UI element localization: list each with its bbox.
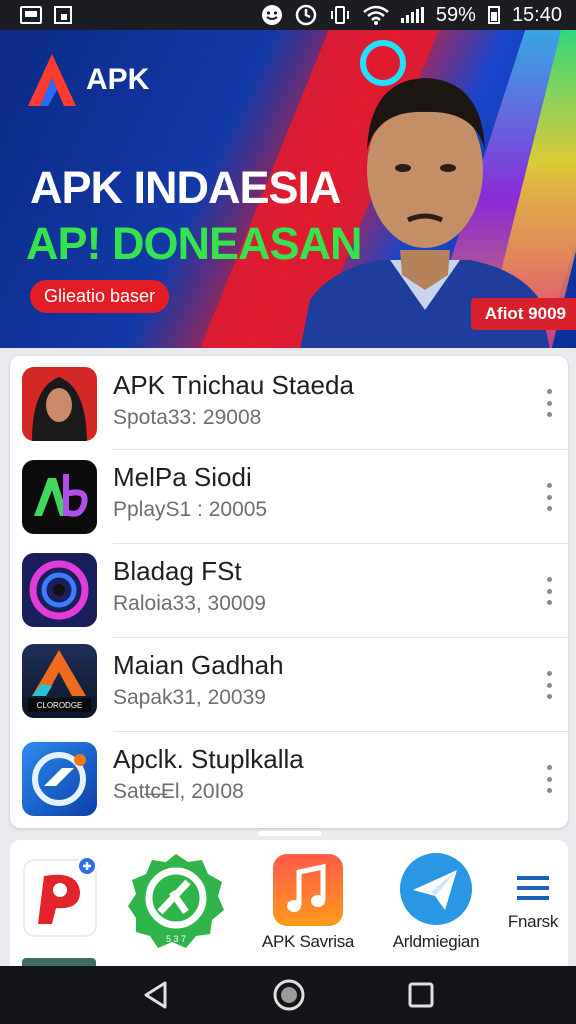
more-options-icon[interactable] [544, 483, 554, 511]
banner-headline: APK INDAESIA [30, 162, 342, 213]
banner-cta-button[interactable]: Glieatio baser [30, 280, 170, 313]
promo-banner[interactable]: APK APK INDAESIA AP! DONEASAN Glieatio b… [0, 30, 576, 348]
list-item[interactable]: CLORODGE Maian Gadhah Sapak31, 20039 [10, 638, 568, 732]
recents-icon[interactable] [407, 981, 435, 1009]
dock-app-apk-savrisa[interactable]: APK Savrisa [258, 854, 358, 952]
signal-icon [400, 7, 424, 23]
alarm-icon [295, 4, 317, 26]
gallery-icon [20, 6, 42, 24]
list-item[interactable]: Bladag FSt Raloia33, 30009 [10, 544, 568, 638]
apk-logo-icon [28, 54, 76, 106]
app-title: MelPa Siodi [113, 462, 252, 492]
battery-percent: 59% [435, 3, 476, 26]
app-title: Maian Gadhah [113, 650, 284, 680]
p-app-icon [23, 856, 97, 937]
svg-text:CLORODGE: CLORODGE [37, 701, 83, 710]
dock-app-p[interactable] [22, 856, 100, 945]
more-options-icon[interactable] [544, 577, 554, 605]
apk-logo: APK [26, 52, 149, 108]
hooded-person-app-icon [22, 367, 97, 441]
more-options-icon[interactable] [544, 671, 554, 699]
dock-label: Arldmiegian [392, 932, 480, 951]
drag-handle[interactable] [258, 831, 322, 836]
app-title: Apclk. Stuplkalla [113, 744, 304, 774]
app-subtitle: Spota33: 29008 [113, 406, 262, 429]
dock-app-fnarsk[interactable]: Fnarsk [500, 874, 566, 932]
ab-letters-app-icon [22, 460, 97, 534]
photo-icon [54, 6, 72, 24]
app-list: APK Tnichau Staeda Spota33: 29008 MelPa … [10, 356, 568, 828]
list-item[interactable]: APK Tnichau Staeda Spota33: 29008 [10, 356, 568, 450]
clock: 15:40 [511, 3, 562, 26]
triangle-a-app-icon: CLORODGE [22, 644, 97, 718]
home-icon[interactable] [273, 979, 305, 1011]
svg-text:5 3 7: 5 3 7 [166, 934, 186, 944]
app-title: APK Tnichau Staeda [113, 370, 354, 400]
vibrate-icon [330, 6, 349, 24]
menu-icon [517, 876, 549, 900]
dock-label: Fnarsk [507, 912, 559, 931]
wifi-icon [363, 5, 389, 25]
logo-text: APK [86, 63, 150, 96]
back-icon[interactable] [141, 980, 171, 1010]
music-note-icon [273, 854, 343, 926]
app-subtitle: PplayS1 : 20005 [113, 498, 268, 521]
app-subtitle: Satt̶c̶El, 20I08 [113, 780, 244, 803]
app-dock: 5 3 7 APK Savrisa Arldmiegian Fnarsk [10, 840, 568, 966]
app-title: Bladag FSt [113, 556, 242, 586]
dock-app-arldmiegian[interactable]: Arldmiegian [386, 852, 486, 952]
app-subtitle: Raloia33, 30009 [113, 592, 266, 615]
face-icon [261, 5, 282, 25]
status-bar: 59% 15:40 [0, 0, 576, 30]
dock-label: APK Savrisa [261, 932, 355, 951]
list-item[interactable]: Apclk. Stuplkalla Satt̶c̶El, 20I08 [10, 732, 568, 826]
app-subtitle: Sapak31, 20039 [113, 686, 266, 709]
paper-plane-icon [400, 853, 472, 925]
green-badge-icon: 5 3 7 [128, 854, 224, 948]
blue-target-app-icon [22, 742, 97, 816]
battery-icon [487, 6, 500, 24]
list-item[interactable]: MelPa Siodi PplayS1 : 20005 [10, 450, 568, 544]
more-options-icon[interactable] [544, 765, 554, 793]
more-options-icon[interactable] [544, 389, 554, 417]
circle-swirl-app-icon [22, 553, 97, 627]
navigation-bar [0, 966, 576, 1024]
dock-app-green-badge[interactable]: 5 3 7 [126, 852, 226, 957]
banner-badge: Afiot 9009 [470, 298, 576, 330]
